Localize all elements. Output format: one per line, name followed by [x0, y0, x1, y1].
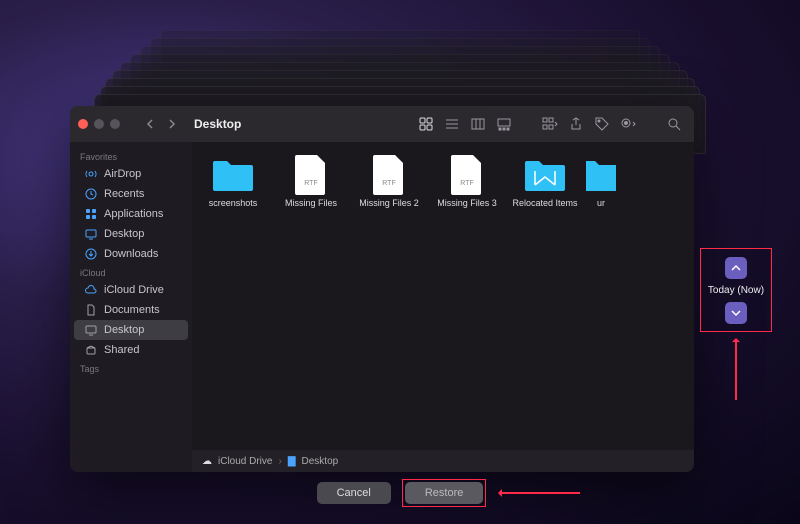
file-label: Missing Files: [274, 198, 348, 208]
time-machine-stack: [0, 30, 800, 110]
chevron-right-icon: ›: [278, 456, 281, 467]
sidebar-item-desktop-icloud[interactable]: Desktop: [74, 320, 188, 340]
file-browser: screenshots RTF Missing Files RTF Missin…: [192, 142, 694, 472]
svg-text:RTF: RTF: [382, 180, 395, 187]
file-item[interactable]: RTF Missing Files 3: [430, 156, 504, 208]
sidebar-section-favorites: Favorites: [70, 148, 192, 164]
minimize-icon[interactable]: [94, 119, 104, 129]
folder-icon: [211, 156, 255, 194]
file-item[interactable]: RTF Missing Files 2: [352, 156, 426, 208]
file-label: screenshots: [196, 198, 270, 208]
action-button[interactable]: [616, 113, 640, 135]
window-controls: [78, 119, 120, 129]
airdrop-icon: [84, 167, 98, 181]
file-label: Missing Files 3: [430, 198, 504, 208]
timeline-next-button[interactable]: [725, 302, 747, 324]
rtf-icon: RTF: [289, 156, 333, 194]
forward-button[interactable]: [162, 114, 182, 134]
sidebar-item-label: AirDrop: [104, 168, 141, 180]
sidebar-item-label: Desktop: [104, 324, 144, 336]
file-label: Missing Files 2: [352, 198, 426, 208]
gallery-view-button[interactable]: [492, 113, 516, 135]
back-button[interactable]: [140, 114, 160, 134]
sidebar-item-downloads[interactable]: Downloads: [74, 244, 188, 264]
folder-icon: ▇: [288, 456, 296, 467]
folder-icon: [586, 156, 616, 194]
sidebar-item-airdrop[interactable]: AirDrop: [74, 164, 188, 184]
path-root[interactable]: iCloud Drive: [218, 456, 272, 467]
timeline-navigator: Today (Now): [700, 248, 772, 332]
sidebar-item-icloud-drive[interactable]: iCloud Drive: [74, 280, 188, 300]
sidebar-item-desktop[interactable]: Desktop: [74, 224, 188, 244]
close-icon[interactable]: [78, 119, 88, 129]
svg-text:RTF: RTF: [460, 180, 473, 187]
sidebar-item-label: Recents: [104, 188, 144, 200]
rtf-icon: RTF: [367, 156, 411, 194]
shared-icon: [84, 343, 98, 357]
clock-icon: [84, 187, 98, 201]
svg-text:RTF: RTF: [304, 180, 317, 187]
file-item[interactable]: RTF Missing Files: [274, 156, 348, 208]
list-view-button[interactable]: [440, 113, 464, 135]
group-by-button[interactable]: [538, 113, 562, 135]
file-item[interactable]: Relocated Items: [508, 156, 582, 208]
desktop-icon: [84, 323, 98, 337]
window-title: Desktop: [194, 117, 241, 131]
timeline-prev-button[interactable]: [725, 257, 747, 279]
sidebar-section-tags: Tags: [70, 360, 192, 376]
tag-button[interactable]: [590, 113, 614, 135]
downloads-icon: [84, 247, 98, 261]
sidebar-item-label: Documents: [104, 304, 160, 316]
desktop-icon: [84, 227, 98, 241]
sidebar-section-icloud: iCloud: [70, 264, 192, 280]
file-item[interactable]: ur: [586, 156, 616, 208]
apps-icon: [84, 207, 98, 221]
sidebar-item-shared[interactable]: Shared: [74, 340, 188, 360]
sidebar-item-label: Desktop: [104, 228, 144, 240]
rtf-icon: RTF: [445, 156, 489, 194]
file-label: ur: [586, 198, 616, 208]
folder-icon: [523, 156, 567, 194]
icon-view-button[interactable]: [414, 113, 438, 135]
sidebar-item-applications[interactable]: Applications: [74, 204, 188, 224]
path-bar: ☁ iCloud Drive › ▇ Desktop: [192, 450, 694, 472]
sidebar-item-label: iCloud Drive: [104, 284, 164, 296]
sidebar-item-recents[interactable]: Recents: [74, 184, 188, 204]
sidebar-item-label: Applications: [104, 208, 163, 220]
file-item[interactable]: screenshots: [196, 156, 270, 208]
column-view-button[interactable]: [466, 113, 490, 135]
cancel-button[interactable]: Cancel: [317, 482, 391, 504]
documents-icon: [84, 303, 98, 317]
restore-button[interactable]: Restore: [405, 482, 484, 504]
titlebar: Desktop: [70, 106, 694, 142]
path-current[interactable]: Desktop: [302, 456, 339, 467]
file-grid: screenshots RTF Missing Files RTF Missin…: [192, 142, 694, 450]
share-button[interactable]: [564, 113, 588, 135]
sidebar-item-label: Downloads: [104, 248, 158, 260]
view-mode-group: [414, 113, 516, 135]
timeline-label: Today (Now): [708, 285, 764, 296]
sidebar-item-documents[interactable]: Documents: [74, 300, 188, 320]
bottom-bar: Cancel Restore: [0, 482, 800, 504]
finder-window: Desktop Favorites AirDrop Recents Applic…: [70, 106, 694, 472]
sidebar: Favorites AirDrop Recents Applications D…: [70, 142, 192, 472]
annotation-arrow-up: [735, 340, 737, 400]
file-label: Relocated Items: [508, 198, 582, 208]
annotation-arrow-left: [500, 492, 580, 494]
zoom-icon[interactable]: [110, 119, 120, 129]
icloud-icon: ☁: [202, 456, 212, 467]
search-button[interactable]: [662, 113, 686, 135]
sidebar-item-label: Shared: [104, 344, 139, 356]
icloud-icon: [84, 283, 98, 297]
